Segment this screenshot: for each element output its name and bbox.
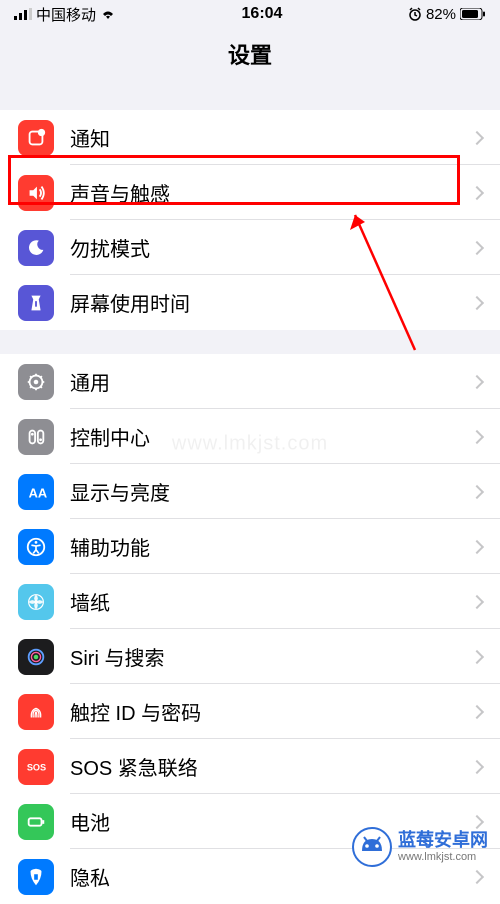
settings-section-1: 通知 声音与触感 勿扰模式 屏幕使用时间 xyxy=(0,110,500,330)
row-label: 屏幕使用时间 xyxy=(70,288,472,317)
chevron-right-icon xyxy=(470,539,484,553)
chevron-right-icon xyxy=(470,869,484,883)
row-control-center[interactable]: 控制中心 xyxy=(0,409,500,464)
row-label: 勿扰模式 xyxy=(70,233,472,262)
svg-text:SOS: SOS xyxy=(27,762,46,772)
privacy-icon xyxy=(18,859,54,895)
touchid-icon xyxy=(18,694,54,730)
chevron-right-icon xyxy=(470,185,484,199)
watermark-logo: 蓝莓安卓网 www.lmkjst.com xyxy=(352,827,488,867)
carrier-label: 中国移动 xyxy=(36,4,96,25)
chevron-right-icon xyxy=(470,295,484,309)
row-sos[interactable]: SOS SOS 紧急联络 xyxy=(0,739,500,794)
row-siri[interactable]: Siri 与搜索 xyxy=(0,629,500,684)
sos-icon: SOS xyxy=(18,749,54,785)
chevron-right-icon xyxy=(470,704,484,718)
control-center-icon xyxy=(18,419,54,455)
status-left: 中国移动 xyxy=(14,4,116,25)
dnd-icon xyxy=(18,230,54,266)
page-title: 设置 xyxy=(0,28,500,86)
row-label: Siri 与搜索 xyxy=(70,642,472,671)
battery-icon xyxy=(460,8,486,20)
chevron-right-icon xyxy=(470,594,484,608)
watermark-title: 蓝莓安卓网 xyxy=(398,831,488,851)
row-label: 触控 ID 与密码 xyxy=(70,697,472,726)
watermark-url: www.lmkjst.com xyxy=(398,851,488,863)
row-general[interactable]: 通用 xyxy=(0,354,500,409)
row-display[interactable]: AA 显示与亮度 xyxy=(0,464,500,519)
chevron-right-icon xyxy=(470,429,484,443)
screentime-icon xyxy=(18,285,54,321)
row-label: 辅助功能 xyxy=(70,532,472,561)
siri-icon xyxy=(18,639,54,675)
chevron-right-icon xyxy=(470,484,484,498)
row-label: 通知 xyxy=(70,123,472,152)
wifi-icon xyxy=(100,8,116,20)
row-accessibility[interactable]: 辅助功能 xyxy=(0,519,500,574)
signal-icon xyxy=(14,8,32,20)
accessibility-icon xyxy=(18,529,54,565)
chevron-right-icon xyxy=(470,130,484,144)
row-label: 墙纸 xyxy=(70,587,472,616)
row-label: 通用 xyxy=(70,367,472,396)
notifications-icon xyxy=(18,120,54,156)
display-icon: AA xyxy=(18,474,54,510)
status-bar: 中国移动 16:04 82% xyxy=(0,0,500,28)
chevron-right-icon xyxy=(470,649,484,663)
row-screentime[interactable]: 屏幕使用时间 xyxy=(0,275,500,330)
battery-percent: 82% xyxy=(426,6,456,23)
svg-text:AA: AA xyxy=(29,485,47,500)
row-notifications[interactable]: 通知 xyxy=(0,110,500,165)
chevron-right-icon xyxy=(470,374,484,388)
alarm-icon xyxy=(408,7,422,21)
wallpaper-icon xyxy=(18,584,54,620)
row-dnd[interactable]: 勿扰模式 xyxy=(0,220,500,275)
row-wallpaper[interactable]: 墙纸 xyxy=(0,574,500,629)
chevron-right-icon xyxy=(470,759,484,773)
settings-section-2: 通用 控制中心 AA 显示与亮度 辅助功能 墙纸 Siri 与搜索 xyxy=(0,354,500,904)
battery-row-icon xyxy=(18,804,54,840)
status-time: 16:04 xyxy=(242,5,283,23)
android-icon xyxy=(352,827,392,867)
chevron-right-icon xyxy=(470,240,484,254)
row-label: 声音与触感 xyxy=(70,178,472,207)
row-label: SOS 紧急联络 xyxy=(70,752,472,781)
row-sounds[interactable]: 声音与触感 xyxy=(0,165,500,220)
row-label: 显示与亮度 xyxy=(70,477,472,506)
status-right: 82% xyxy=(408,6,486,23)
row-label: 控制中心 xyxy=(70,422,472,451)
general-icon xyxy=(18,364,54,400)
sounds-icon xyxy=(18,175,54,211)
row-touchid[interactable]: 触控 ID 与密码 xyxy=(0,684,500,739)
